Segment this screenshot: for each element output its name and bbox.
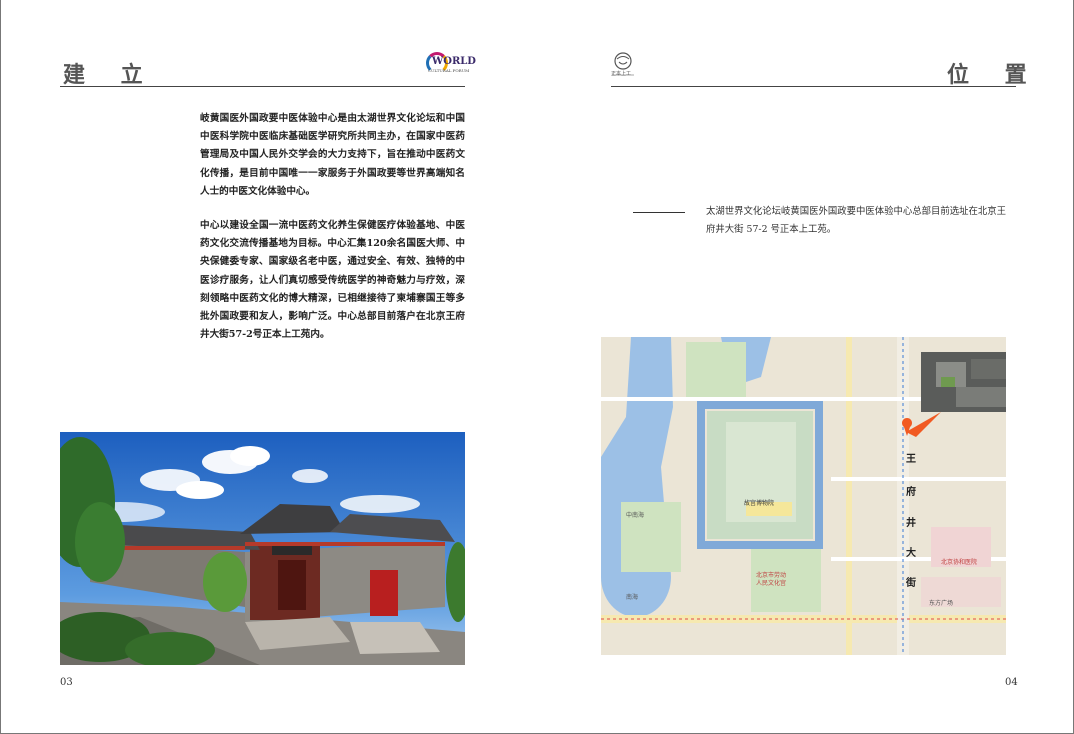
- map-image: 故宫博物院 中南海 南海 北京市劳动 人民文化宫 北京协和医院 东方广场 王 府…: [601, 337, 1006, 655]
- map-label-park: 北京市劳动: [756, 571, 786, 579]
- map-label-palace: 故宫博物院: [744, 499, 774, 507]
- location-map: 故宫博物院 中南海 南海 北京市劳动 人民文化宫 北京协和医院 东方广场 王 府…: [601, 337, 1006, 655]
- section-title-establish: 建 立: [63, 62, 157, 88]
- page-number-right: 04: [1005, 677, 1018, 688]
- title-rule-right: [611, 86, 1016, 87]
- zhengben-shanggong-logo: 正本上工: [611, 52, 635, 78]
- logo-subtext: CULTURAL FORUM: [428, 68, 470, 73]
- section-title-location: 位 置: [947, 62, 1041, 88]
- svg-text:人民文化宫: 人民文化宫: [756, 579, 786, 587]
- building-photo: [60, 432, 465, 665]
- title-rule: [60, 86, 465, 87]
- intro-paragraph-2: 中心以建设全国一流中医药文化养生保健医疗体验基地、中医药文化交流传播基地为目标。…: [200, 220, 465, 341]
- location-text: 太湖世界文化论坛岐黄国医外国政要中医体验中心总部目前选址在北京王府井大街 57-…: [706, 206, 1007, 235]
- intro-paragraph-1: 岐黄国医外国政要中医体验中心是由太湖世界文化论坛和中国中医科学院中医临床基础医学…: [200, 113, 465, 197]
- right-page: 正本上工 位 置 太湖世界文化论坛岐黄国医外国政要中医体验中心总部目前选址在北京…: [537, 0, 1074, 734]
- page-number-left: 03: [60, 677, 73, 688]
- svg-text:王: 王: [906, 453, 916, 465]
- map-label-south-lake: 南海: [626, 593, 638, 601]
- logo-text: WORLD: [432, 56, 476, 67]
- map-label-lake: 中南海: [626, 511, 644, 519]
- courtyard-building-image: [60, 432, 465, 665]
- logo-caption: 正本上工: [611, 71, 632, 77]
- location-dash: [633, 212, 685, 213]
- svg-text:街: 街: [905, 576, 916, 589]
- svg-text:井: 井: [906, 516, 916, 529]
- svg-text:府: 府: [906, 485, 916, 498]
- svg-text:大: 大: [906, 546, 916, 559]
- map-label-hospital: 北京协和医院: [941, 558, 977, 566]
- left-page: 建 立 WORLD CULTURAL FORUM 岐黄国医外国政要中医体验中心是…: [0, 0, 537, 734]
- map-label-square: 东方广场: [929, 599, 953, 607]
- world-cultural-forum-logo: WORLD CULTURAL FORUM: [414, 52, 476, 80]
